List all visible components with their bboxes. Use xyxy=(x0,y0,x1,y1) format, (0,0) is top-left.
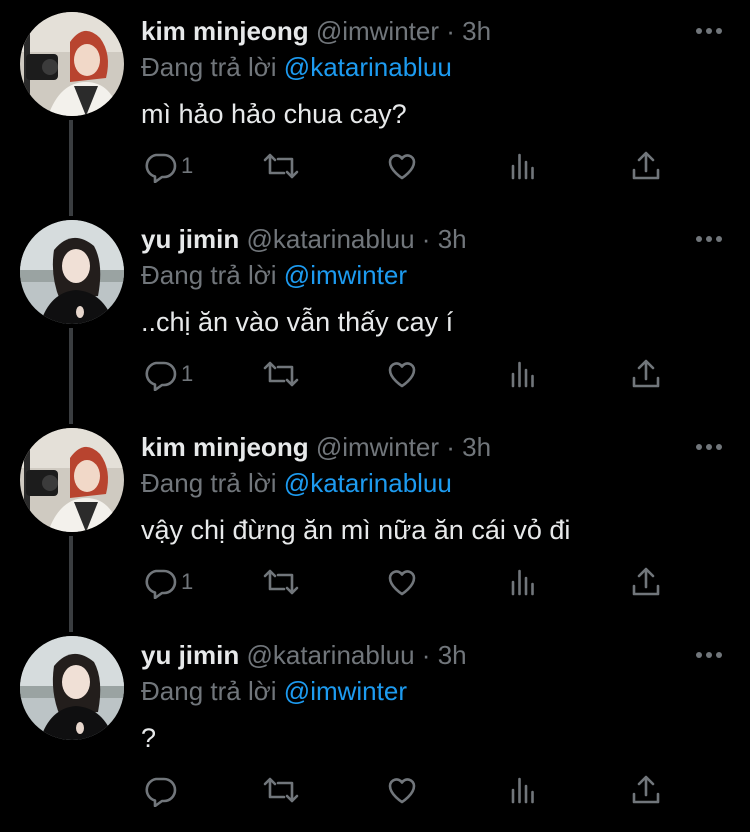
retweet-button[interactable] xyxy=(261,354,301,394)
author-name[interactable]: yu jimin xyxy=(141,640,239,670)
tweet-header: yu jimin @katarinabluu · 3h xyxy=(141,638,467,672)
author-handle[interactable]: @katarinabluu xyxy=(246,640,414,670)
replying-to-handle[interactable]: @katarinabluu xyxy=(284,52,452,82)
reply-bubble-icon xyxy=(143,773,177,807)
analytics-icon xyxy=(507,149,541,183)
tweet[interactable]: yu jimin @katarinabluu · 3h Đang trả lời… xyxy=(0,624,750,832)
tweet[interactable]: kim minjeong @imwinter · 3h Đang trả lời… xyxy=(0,0,750,208)
tweet-header: yu jimin @katarinabluu · 3h xyxy=(141,222,467,256)
heart-icon xyxy=(385,149,419,183)
views-button[interactable] xyxy=(507,562,541,602)
share-button[interactable] xyxy=(629,146,663,186)
replying-to-label: Đang trả lời xyxy=(141,468,277,498)
tweet[interactable]: yu jimin @katarinabluu · 3h Đang trả lời… xyxy=(0,208,750,416)
action-bar: 1 xyxy=(141,562,701,602)
share-button[interactable] xyxy=(629,354,663,394)
more-horizontal-icon[interactable] xyxy=(692,18,726,44)
tweet-header: kim minjeong @imwinter · 3h xyxy=(141,14,491,48)
reply-button[interactable] xyxy=(143,770,181,810)
action-bar: 1 xyxy=(141,354,701,394)
author-handle[interactable]: @katarinabluu xyxy=(246,224,414,254)
share-button[interactable] xyxy=(629,562,663,602)
separator-dot: · xyxy=(446,16,455,46)
share-upload-icon xyxy=(629,565,663,599)
views-button[interactable] xyxy=(507,770,541,810)
replying-to: Đang trả lời @katarinabluu xyxy=(141,50,452,84)
analytics-icon xyxy=(507,357,541,391)
action-bar xyxy=(141,770,701,810)
heart-icon xyxy=(385,357,419,391)
replying-to-handle[interactable]: @imwinter xyxy=(284,260,407,290)
analytics-icon xyxy=(507,565,541,599)
replying-to: Đang trả lời @katarinabluu xyxy=(141,466,452,500)
replying-to-label: Đang trả lời xyxy=(141,52,277,82)
author-name[interactable]: kim minjeong xyxy=(141,432,309,462)
reply-bubble-icon xyxy=(143,149,177,183)
replying-to: Đang trả lời @imwinter xyxy=(141,674,407,708)
separator-dot: · xyxy=(421,224,431,254)
reply-count: 1 xyxy=(181,153,194,178)
retweet-button[interactable] xyxy=(261,562,301,602)
author-handle[interactable]: @imwinter xyxy=(316,16,439,46)
reply-count: 1 xyxy=(181,569,194,594)
more-horizontal-icon[interactable] xyxy=(692,642,726,668)
separator-dot: · xyxy=(446,432,455,462)
retweet-icon xyxy=(261,149,301,183)
heart-icon xyxy=(385,773,419,807)
more-horizontal-icon[interactable] xyxy=(692,226,726,252)
like-button[interactable] xyxy=(385,562,419,602)
author-name[interactable]: yu jimin xyxy=(141,224,239,254)
timestamp[interactable]: 3h xyxy=(462,16,491,46)
like-button[interactable] xyxy=(385,770,419,810)
author-name[interactable]: kim minjeong xyxy=(141,16,309,46)
tweet-text: vậy chị đừng ăn mì nữa ăn cái vỏ đi xyxy=(141,515,571,545)
share-upload-icon xyxy=(629,773,663,807)
replying-to: Đang trả lời @imwinter xyxy=(141,258,407,292)
tweet[interactable]: kim minjeong @imwinter · 3h Đang trả lời… xyxy=(0,416,750,624)
retweet-icon xyxy=(261,773,301,807)
like-button[interactable] xyxy=(385,146,419,186)
reply-button[interactable]: 1 xyxy=(143,146,193,186)
replying-to-handle[interactable]: @imwinter xyxy=(284,676,407,706)
reply-bubble-icon xyxy=(143,565,177,599)
replying-to-label: Đang trả lời xyxy=(141,260,277,290)
tweet-text: ? xyxy=(141,723,157,753)
replying-to-handle[interactable]: @katarinabluu xyxy=(284,468,452,498)
author-handle[interactable]: @imwinter xyxy=(316,432,439,462)
analytics-icon xyxy=(507,773,541,807)
replying-to-label: Đang trả lời xyxy=(141,676,277,706)
share-upload-icon xyxy=(629,357,663,391)
tweet-text: mì hảo hảo chua cay? xyxy=(141,99,407,129)
tweet-header: kim minjeong @imwinter · 3h xyxy=(141,430,491,464)
action-bar: 1 xyxy=(141,146,701,186)
views-button[interactable] xyxy=(507,354,541,394)
retweet-icon xyxy=(261,357,301,391)
like-button[interactable] xyxy=(385,354,419,394)
more-horizontal-icon[interactable] xyxy=(692,434,726,460)
avatar[interactable] xyxy=(20,220,124,324)
timestamp[interactable]: 3h xyxy=(438,640,467,670)
timestamp[interactable]: 3h xyxy=(462,432,491,462)
retweet-button[interactable] xyxy=(261,770,301,810)
reply-button[interactable]: 1 xyxy=(143,354,193,394)
separator-dot: · xyxy=(421,640,431,670)
retweet-icon xyxy=(261,565,301,599)
reply-count: 1 xyxy=(181,361,194,386)
avatar[interactable] xyxy=(20,12,124,116)
timestamp[interactable]: 3h xyxy=(438,224,467,254)
share-upload-icon xyxy=(629,149,663,183)
heart-icon xyxy=(385,565,419,599)
avatar[interactable] xyxy=(20,636,124,740)
reply-bubble-icon xyxy=(143,357,177,391)
avatar[interactable] xyxy=(20,428,124,532)
retweet-button[interactable] xyxy=(261,146,301,186)
tweet-text: ..chị ăn vào vẫn thấy cay í xyxy=(141,307,454,337)
reply-button[interactable]: 1 xyxy=(143,562,193,602)
views-button[interactable] xyxy=(507,146,541,186)
share-button[interactable] xyxy=(629,770,663,810)
